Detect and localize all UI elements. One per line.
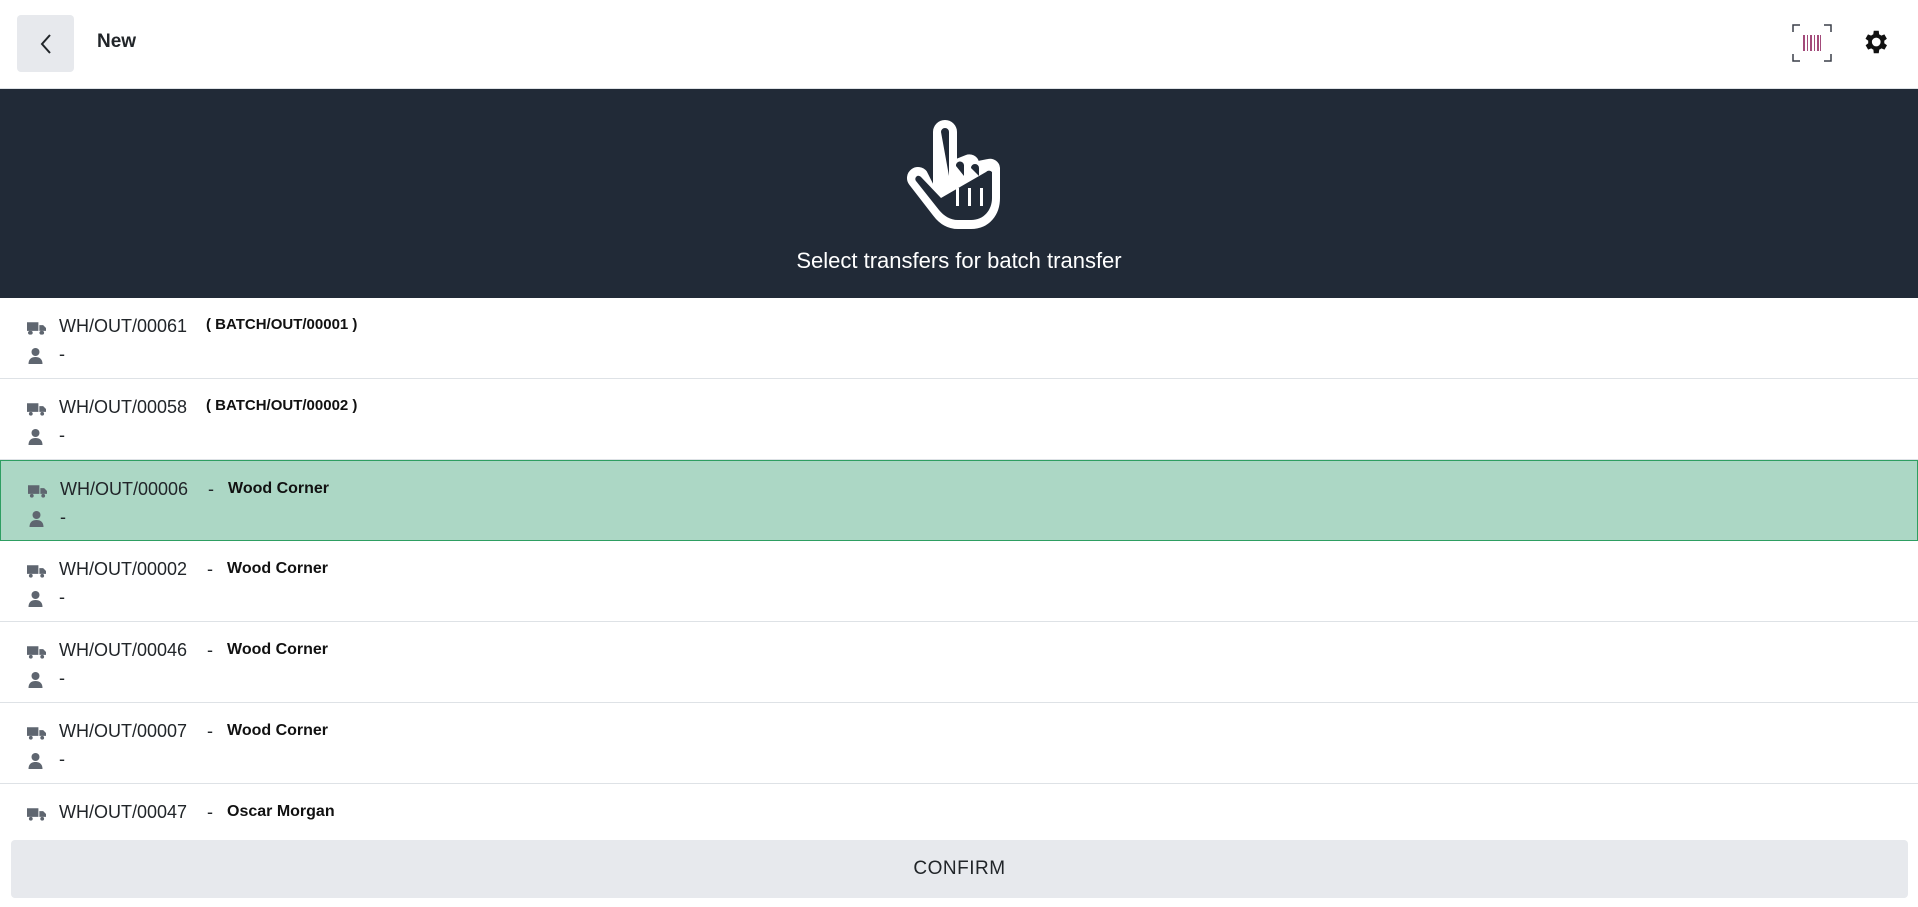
truck-icon — [27, 727, 46, 740]
transfer-row[interactable]: WH/OUT/00007 - Wood Corner - — [0, 703, 1918, 784]
transfer-row[interactable]: WH/OUT/00047 - Oscar Morgan - — [0, 784, 1918, 828]
back-button[interactable] — [17, 15, 74, 72]
barcode-scanner-icon — [1792, 24, 1832, 62]
truck-icon — [27, 646, 46, 659]
partner-name: Oscar Morgan — [227, 803, 335, 820]
separator: - — [207, 640, 213, 660]
user-icon — [28, 429, 43, 445]
transfer-reference: WH/OUT/00007 — [59, 721, 188, 741]
chevron-left-icon — [40, 33, 51, 54]
separator: - — [207, 802, 213, 822]
partner-name: Wood Corner — [228, 480, 330, 497]
batch-tag: ( BATCH/OUT/00001 ) — [206, 316, 358, 333]
truck-icon — [27, 808, 46, 821]
separator: - — [208, 479, 214, 499]
top-bar: New — [0, 0, 1918, 89]
footer: CONFIRM — [0, 828, 1918, 907]
transfer-reference: WH/OUT/00046 — [59, 640, 188, 660]
banner-message: Select transfers for batch transfer — [796, 248, 1122, 273]
partner-name: Wood Corner — [227, 560, 329, 577]
transfer-row[interactable]: WH/OUT/00002 - Wood Corner - — [0, 541, 1918, 622]
responsible-user: - — [59, 749, 65, 769]
transfer-row[interactable]: WH/OUT/00061 ( BATCH/OUT/00001 ) - — [0, 298, 1918, 379]
responsible-user: - — [59, 344, 65, 364]
barcode-scanner-button[interactable] — [1792, 24, 1832, 62]
responsible-user: - — [59, 668, 65, 688]
truck-icon — [27, 403, 46, 416]
page-title: New — [97, 31, 137, 52]
transfer-reference: WH/OUT/00061 — [59, 316, 188, 336]
user-icon — [29, 511, 44, 527]
settings-button[interactable] — [1860, 27, 1890, 57]
transfer-row-selected[interactable]: WH/OUT/00006 - Wood Corner - — [0, 460, 1918, 541]
partner-name: Wood Corner — [227, 641, 329, 658]
gear-icon — [1865, 30, 1887, 54]
truck-icon — [27, 565, 46, 578]
user-icon — [28, 591, 43, 607]
hand-pointer-icon — [907, 120, 1000, 229]
transfer-row[interactable]: WH/OUT/00046 - Wood Corner - — [0, 622, 1918, 703]
responsible-user: - — [60, 507, 66, 527]
transfer-row[interactable]: WH/OUT/00058 ( BATCH/OUT/00002 ) - — [0, 379, 1918, 460]
responsible-user: - — [59, 425, 65, 445]
truck-icon — [28, 485, 47, 498]
partner-name: Wood Corner — [227, 722, 329, 739]
transfer-reference: WH/OUT/00006 — [60, 479, 189, 499]
batch-tag: ( BATCH/OUT/00002 ) — [206, 397, 358, 414]
user-icon — [28, 348, 43, 364]
responsible-user: - — [59, 587, 65, 607]
transfer-reference: WH/OUT/00002 — [59, 559, 188, 579]
separator: - — [207, 559, 213, 579]
confirm-button[interactable]: CONFIRM — [11, 840, 1908, 898]
separator: - — [207, 721, 213, 741]
user-icon — [28, 672, 43, 688]
transfer-reference: WH/OUT/00047 — [59, 802, 188, 822]
transfer-list: WH/OUT/00061 ( BATCH/OUT/00001 ) - WH/OU… — [0, 298, 1918, 828]
truck-icon — [27, 322, 46, 335]
transfer-reference: WH/OUT/00058 — [59, 397, 188, 417]
user-icon — [28, 753, 43, 769]
